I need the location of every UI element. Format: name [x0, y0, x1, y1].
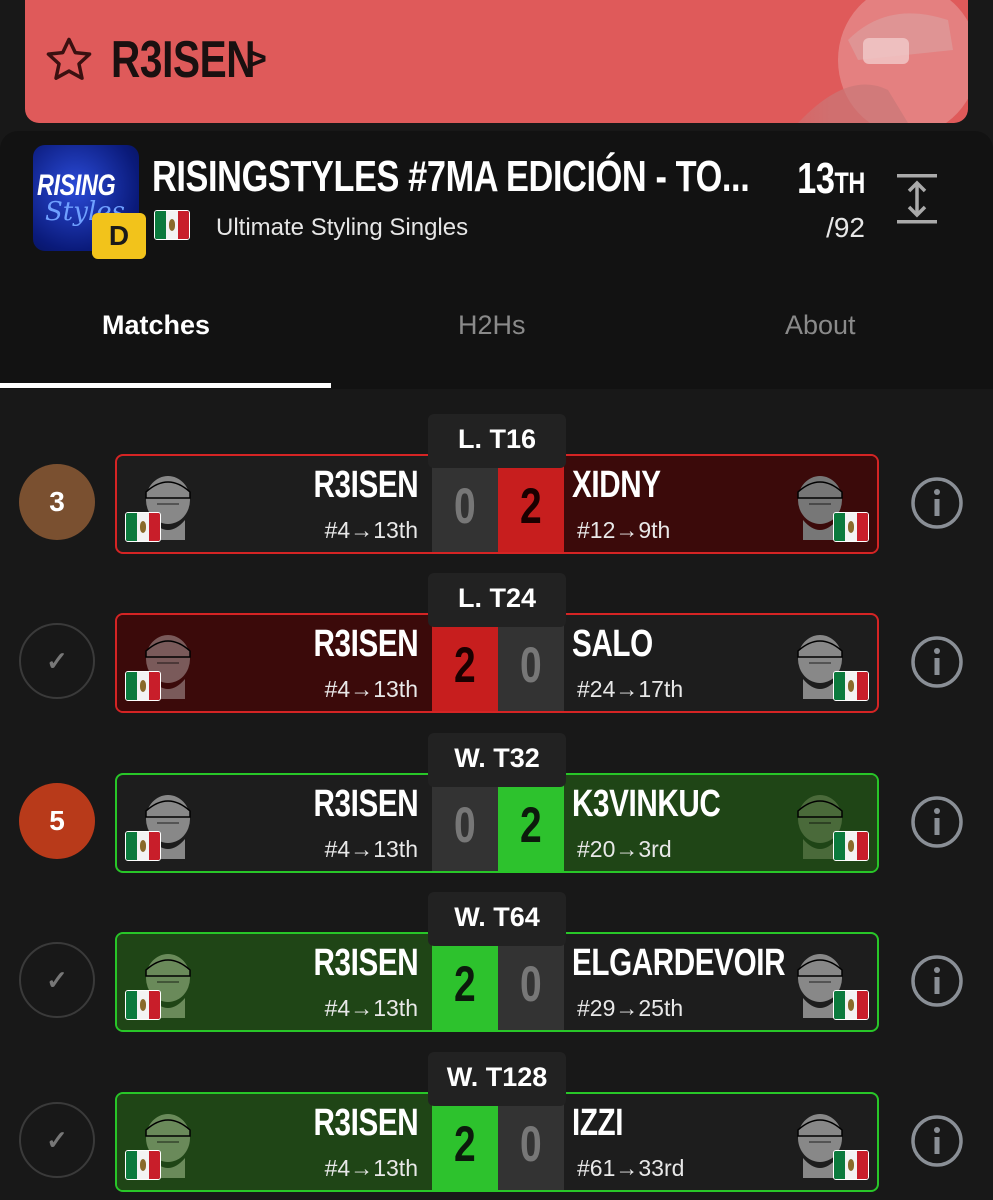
mexico-flag-icon	[833, 512, 869, 542]
event-name: Ultimate Styling Singles	[216, 214, 469, 241]
mexico-flag-icon	[125, 671, 161, 701]
expand-collapse-icon[interactable]	[895, 172, 939, 226]
left-player-name[interactable]: R3ISEN	[284, 464, 418, 507]
match-card[interactable]: 0 2 R3ISEN #4→13th XIDNY #12→9th	[115, 454, 879, 554]
right-score: 0	[498, 934, 564, 1030]
left-player-name[interactable]: R3ISEN	[284, 783, 418, 826]
right-player-name[interactable]: SALO	[572, 623, 676, 666]
left-score: 2	[432, 615, 498, 711]
mexico-flag-icon	[125, 990, 161, 1020]
round-label: W. T128	[428, 1052, 566, 1106]
mexico-flag-icon	[833, 671, 869, 701]
right-player-seed: #12→9th	[577, 517, 671, 543]
right-score: 2	[498, 775, 564, 871]
info-icon[interactable]	[910, 476, 964, 530]
info-icon[interactable]	[910, 954, 964, 1008]
left-score: 0	[432, 456, 498, 552]
match-card[interactable]: 2 0 R3ISEN #4→13th ELGARDEVOIR #29→25th	[115, 932, 879, 1032]
round-label: L. T24	[428, 573, 566, 627]
right-score: 2	[498, 456, 564, 552]
tier-badge: D	[92, 213, 146, 259]
active-tab-indicator	[0, 383, 331, 388]
player-name[interactable]: R3ISEN	[111, 30, 256, 90]
right-player-seed: #24→17th	[577, 676, 684, 702]
match-row[interactable]: 3 L. T16 0 2 R3ISEN #4→13th XIDNY #12→9t…	[0, 414, 993, 574]
mexico-flag-icon	[833, 1150, 869, 1180]
tab-about[interactable]: About	[785, 310, 856, 341]
right-score: 0	[498, 1094, 564, 1190]
left-player-name[interactable]: R3ISEN	[284, 623, 418, 666]
right-player-name[interactable]: XIDNY	[572, 464, 686, 507]
info-icon[interactable]	[910, 635, 964, 689]
match-row[interactable]: ✓ W. T128 2 0 R3ISEN #4→13th IZZI #61→33…	[0, 1052, 993, 1200]
chevron-right-icon[interactable]: >	[247, 40, 267, 79]
placement: 13TH	[797, 154, 865, 203]
tab-h2hs[interactable]: H2Hs	[458, 310, 526, 341]
mexico-flag-icon	[125, 1150, 161, 1180]
match-card[interactable]: 0 2 R3ISEN #4→13th K3VINKUC #20→3rd	[115, 773, 879, 873]
match-row[interactable]: 5 W. T32 0 2 R3ISEN #4→13th K3VINKUC #20…	[0, 733, 993, 893]
match-card[interactable]: 2 0 R3ISEN #4→13th SALO #24→17th	[115, 613, 879, 713]
right-score: 0	[498, 615, 564, 711]
info-icon[interactable]	[910, 795, 964, 849]
left-player-seed: #4→13th	[324, 995, 418, 1021]
mexico-flag-icon	[154, 210, 190, 240]
left-player-name[interactable]: R3ISEN	[284, 1102, 418, 1145]
info-icon[interactable]	[910, 1114, 964, 1168]
match-status-indicator: ✓	[19, 1102, 95, 1178]
round-label: L. T16	[428, 414, 566, 468]
player-banner[interactable]: R3ISEN >	[25, 0, 968, 123]
star-icon[interactable]	[43, 34, 95, 86]
round-label: W. T64	[428, 892, 566, 946]
left-player-name[interactable]: R3ISEN	[284, 942, 418, 985]
mexico-flag-icon	[833, 831, 869, 861]
match-row[interactable]: ✓ W. T64 2 0 R3ISEN #4→13th ELGARDEVOIR …	[0, 892, 993, 1052]
match-status-indicator: ✓	[19, 623, 95, 699]
left-player-seed: #4→13th	[324, 836, 418, 862]
right-player-seed: #29→25th	[577, 995, 684, 1021]
right-player-name[interactable]: ELGARDEVOIR	[572, 942, 845, 985]
match-card[interactable]: 2 0 R3ISEN #4→13th IZZI #61→33rd	[115, 1092, 879, 1192]
right-player-seed: #61→33rd	[577, 1155, 685, 1181]
character-art	[738, 0, 968, 123]
left-score: 2	[432, 1094, 498, 1190]
match-status-indicator: ✓	[19, 942, 95, 1018]
left-player-seed: #4→13th	[324, 517, 418, 543]
match-status-indicator: 3	[19, 464, 95, 540]
left-player-seed: #4→13th	[324, 1155, 418, 1181]
right-player-seed: #20→3rd	[577, 836, 672, 862]
total-entrants: /92	[826, 212, 865, 243]
mexico-flag-icon	[125, 831, 161, 861]
left-player-seed: #4→13th	[324, 676, 418, 702]
round-label: W. T32	[428, 733, 566, 787]
tab-matches[interactable]: Matches	[102, 310, 210, 341]
right-player-name[interactable]: IZZI	[572, 1102, 638, 1145]
left-score: 2	[432, 934, 498, 1030]
mexico-flag-icon	[833, 990, 869, 1020]
match-status-indicator: 5	[19, 783, 95, 859]
mexico-flag-icon	[125, 512, 161, 542]
match-row[interactable]: ✓ L. T24 2 0 R3ISEN #4→13th SALO #24→17t…	[0, 573, 993, 733]
right-player-name[interactable]: K3VINKUC	[572, 783, 762, 826]
left-score: 0	[432, 775, 498, 871]
